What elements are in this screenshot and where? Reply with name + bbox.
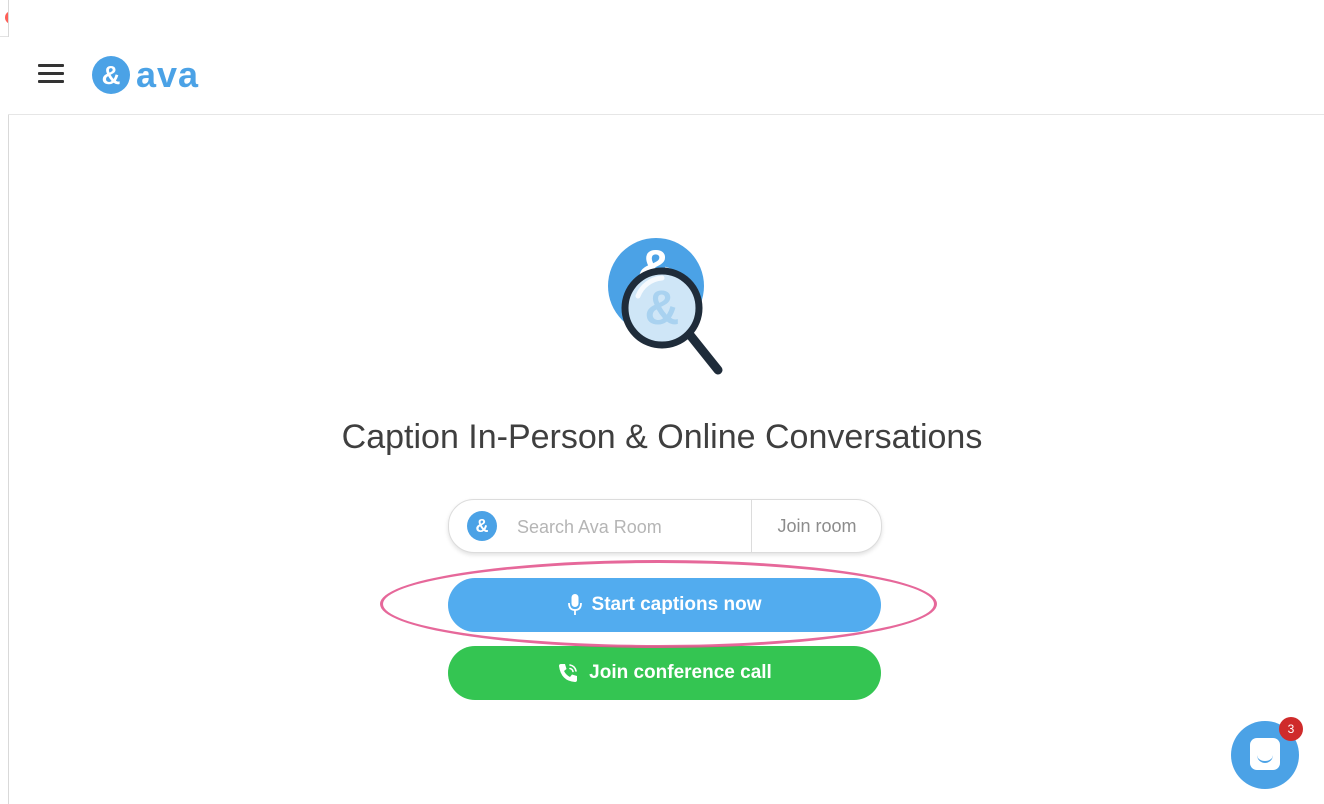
start-captions-button[interactable]: Start captions now bbox=[448, 578, 881, 632]
room-search-bar: & Join room bbox=[448, 499, 882, 553]
join-conference-call-button[interactable]: Join conference call bbox=[448, 646, 881, 700]
join-conference-call-label: Join conference call bbox=[589, 662, 772, 683]
start-captions-label: Start captions now bbox=[591, 594, 762, 615]
ava-logo-mark-icon: & bbox=[92, 56, 130, 94]
microphone-icon bbox=[567, 594, 582, 616]
phone-icon bbox=[557, 662, 579, 684]
hamburger-icon[interactable] bbox=[38, 64, 64, 84]
ava-search-magnifier-icon: & & bbox=[608, 238, 723, 375]
ava-logo[interactable]: & ava bbox=[92, 55, 199, 95]
ava-logo-text: ava bbox=[136, 54, 200, 95]
app-header: & ava bbox=[8, 37, 1324, 115]
svg-text:&: & bbox=[645, 282, 680, 335]
ava-room-icon: & bbox=[467, 511, 497, 541]
page-headline: Caption In-Person & Online Conversations bbox=[341, 418, 983, 456]
chat-notification-badge: 3 bbox=[1279, 717, 1303, 741]
chat-bubble-icon bbox=[1250, 738, 1280, 770]
join-room-button[interactable]: Join room bbox=[751, 500, 882, 552]
search-ava-room-input[interactable] bbox=[515, 512, 749, 542]
